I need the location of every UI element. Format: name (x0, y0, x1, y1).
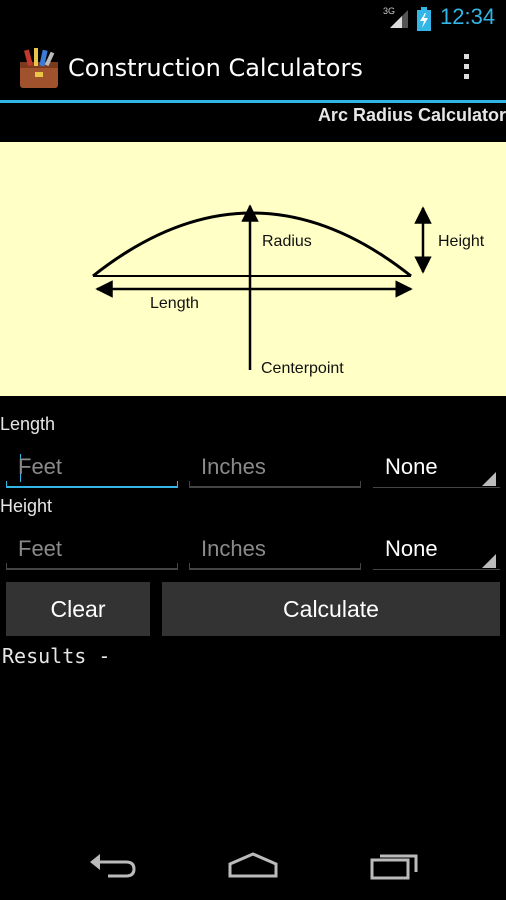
toolbox-app-icon (20, 48, 58, 88)
centerpoint-label: Centerpoint (261, 360, 344, 377)
dropdown-triangle-icon (482, 554, 496, 568)
overflow-menu-icon[interactable] (458, 54, 474, 84)
length-label: Length (150, 295, 199, 312)
height-label: Height (438, 233, 485, 250)
status-bar: 3G 12:34 (0, 0, 506, 36)
navigation-bar (0, 828, 506, 900)
height-fraction-spinner[interactable]: None (373, 530, 500, 570)
height-feet-input[interactable]: Feet (6, 530, 178, 570)
signal-icon (390, 10, 408, 28)
arc-diagram-drawing: Radius Height Length Centerpoint (92, 204, 485, 377)
radius-label: Radius (262, 233, 312, 250)
results-label: Results - (2, 644, 111, 668)
clear-button[interactable]: Clear (6, 582, 150, 636)
calculator-title: Arc Radius Calculator (317, 105, 506, 125)
length-feet-placeholder: Feet (18, 454, 63, 479)
arc-curve (92, 211, 412, 278)
arc-diagram: Radius Height Length Centerpoint (0, 142, 506, 396)
length-inches-input[interactable]: Inches (189, 448, 361, 488)
height-feet-placeholder: Feet (18, 536, 63, 561)
dropdown-triangle-icon (482, 472, 496, 486)
battery-charging-icon (417, 7, 431, 31)
action-bar: Construction Calculators (0, 36, 506, 100)
height-inches-placeholder: Inches (201, 536, 266, 561)
length-fraction-spinner[interactable]: None (373, 448, 500, 488)
length-label: Length (0, 414, 56, 434)
length-fraction-value: None (385, 454, 438, 479)
app-title: Construction Calculators (68, 54, 363, 82)
calculate-button[interactable]: Calculate (162, 582, 500, 636)
length-inches-placeholder: Inches (201, 454, 266, 479)
action-bar-divider (0, 100, 506, 103)
length-feet-input[interactable]: Feet (6, 448, 178, 488)
height-fraction-value: None (385, 536, 438, 561)
height-inches-input[interactable]: Inches (189, 530, 361, 570)
recent-apps-icon[interactable] (368, 850, 422, 880)
height-label: Height (0, 496, 53, 516)
back-icon[interactable] (86, 850, 138, 880)
clock: 12:34 (440, 4, 496, 29)
home-icon[interactable] (226, 850, 280, 880)
